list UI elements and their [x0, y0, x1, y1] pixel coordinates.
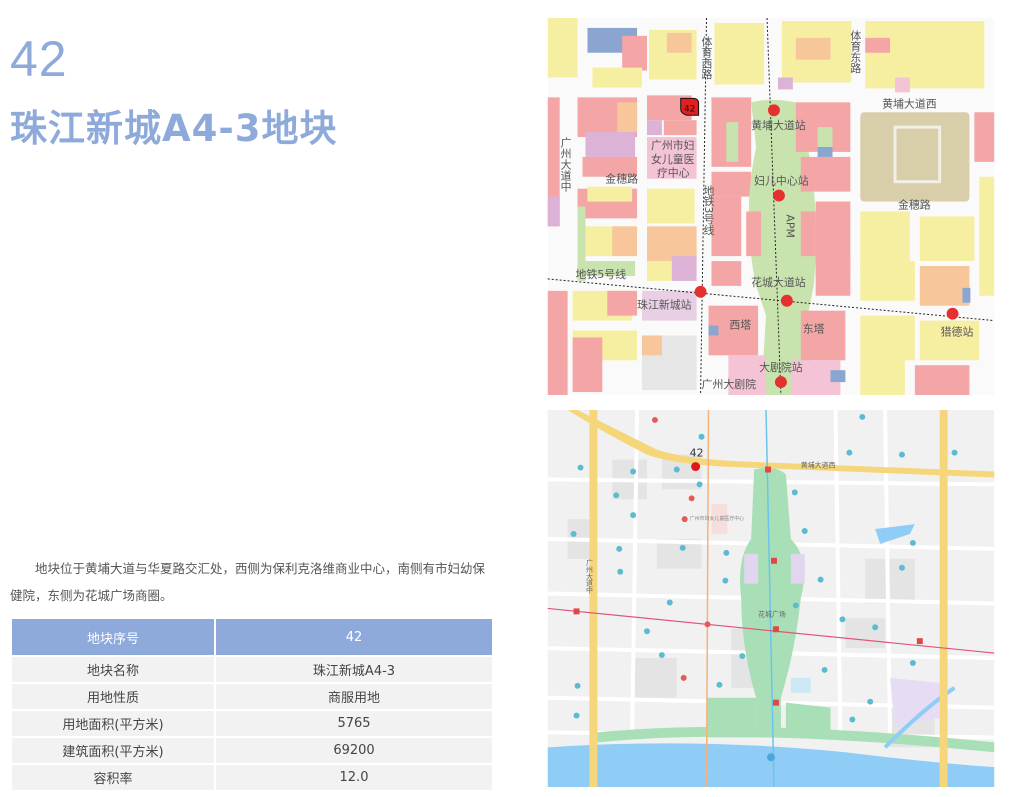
row-label: 用地性质 [10, 682, 216, 711]
label-metro5: 地铁5号线 [576, 267, 627, 281]
label-opera: 广州大剧院 [702, 377, 757, 391]
street-map: 42 黄埔大道西 广州大道中 花城广场 广州市妇女儿童医疗中心 [547, 410, 995, 787]
table-row: 建筑面积(平方米) 69200 [10, 736, 494, 765]
label-metro3: 地铁3号线 [702, 184, 715, 235]
label-tiyu-xi: 体育西路 [700, 34, 713, 80]
svg-text:女儿童医: 女儿童医 [651, 152, 695, 166]
row-label: 建筑面积(平方米) [10, 736, 216, 765]
station-label: 大剧院站 [759, 360, 803, 374]
station-label: 花城大道站 [751, 275, 806, 289]
table-row: 容积率 12.0 [10, 763, 494, 792]
label-huangpu-west: 黄埔大道西 [882, 96, 937, 110]
label-jinsui-w: 金穗路 [605, 172, 638, 186]
label-guangzhou-avenue: 广州大道中 [584, 558, 592, 595]
station-label: 黄埔大道站 [751, 118, 806, 132]
row-label: 容积率 [10, 763, 216, 792]
guangzhou-avenue [589, 410, 598, 787]
label-jinsui-e: 金穗路 [898, 197, 931, 211]
row-value: 商服用地 [214, 682, 494, 711]
svg-text:42: 42 [690, 447, 704, 460]
station-label: 猎德站 [941, 324, 974, 338]
label-apm: APM [783, 214, 796, 237]
row-value: 69200 [214, 736, 494, 765]
header-label: 地块序号 [10, 617, 216, 657]
plot-marker: 42 [680, 97, 700, 116]
station-label: 珠江新城站 [637, 298, 692, 312]
station-label: 妇儿中心站 [754, 174, 809, 188]
svg-text:广州市妇: 广州市妇 [651, 138, 695, 152]
label-dongta: 东塔 [803, 322, 825, 335]
label-huacheng-square: 花城广场 [758, 609, 786, 618]
row-label: 用地面积(平方米) [10, 709, 216, 738]
label-hospital: 广州市妇女儿童医疗中心 [690, 515, 745, 522]
row-value: 5765 [214, 709, 494, 738]
row-value: 珠江新城A4-3 [214, 655, 494, 684]
svg-text:疗中心: 疗中心 [657, 166, 690, 180]
table-row: 用地性质 商服用地 [10, 682, 494, 711]
row-label: 地块名称 [10, 655, 216, 684]
plot-description: 地块位于黄埔大道与华夏路交汇处，西侧为保利克洛维商业中心，南侧有市妇幼保健院，东… [10, 561, 486, 603]
header-value: 42 [214, 617, 494, 657]
svg-text:42: 42 [684, 104, 695, 114]
plot-info-table: 地块序号 42 地块名称 珠江新城A4-3 用地性质 商服用地 用地面积(平方米) 5… [10, 617, 494, 792]
table-header-row: 地块序号 42 [10, 617, 494, 657]
planning-map: 42 体育西路 体育东路 黄埔大道西 广州大道中 金穗路 金穗路 地铁3号线 A… [547, 18, 995, 395]
label-tiyu-dong: 体育东路 [849, 29, 862, 75]
label-guangzhou-ave: 广州大道中 [559, 137, 572, 192]
table-row: 用地面积(平方米) 5765 [10, 709, 494, 738]
label-huangpu-avenue: 黄埔大道西 [801, 461, 836, 470]
plot-number: 42 [10, 31, 68, 87]
label-hospital: 广州市妇女儿童医疗中心 [651, 138, 695, 180]
plot-title: 珠江新城A4-3地块 [10, 107, 338, 150]
label-xita: 西塔 [729, 319, 751, 332]
row-value: 12.0 [214, 763, 494, 792]
table-row: 地块名称 珠江新城A4-3 [10, 655, 494, 684]
